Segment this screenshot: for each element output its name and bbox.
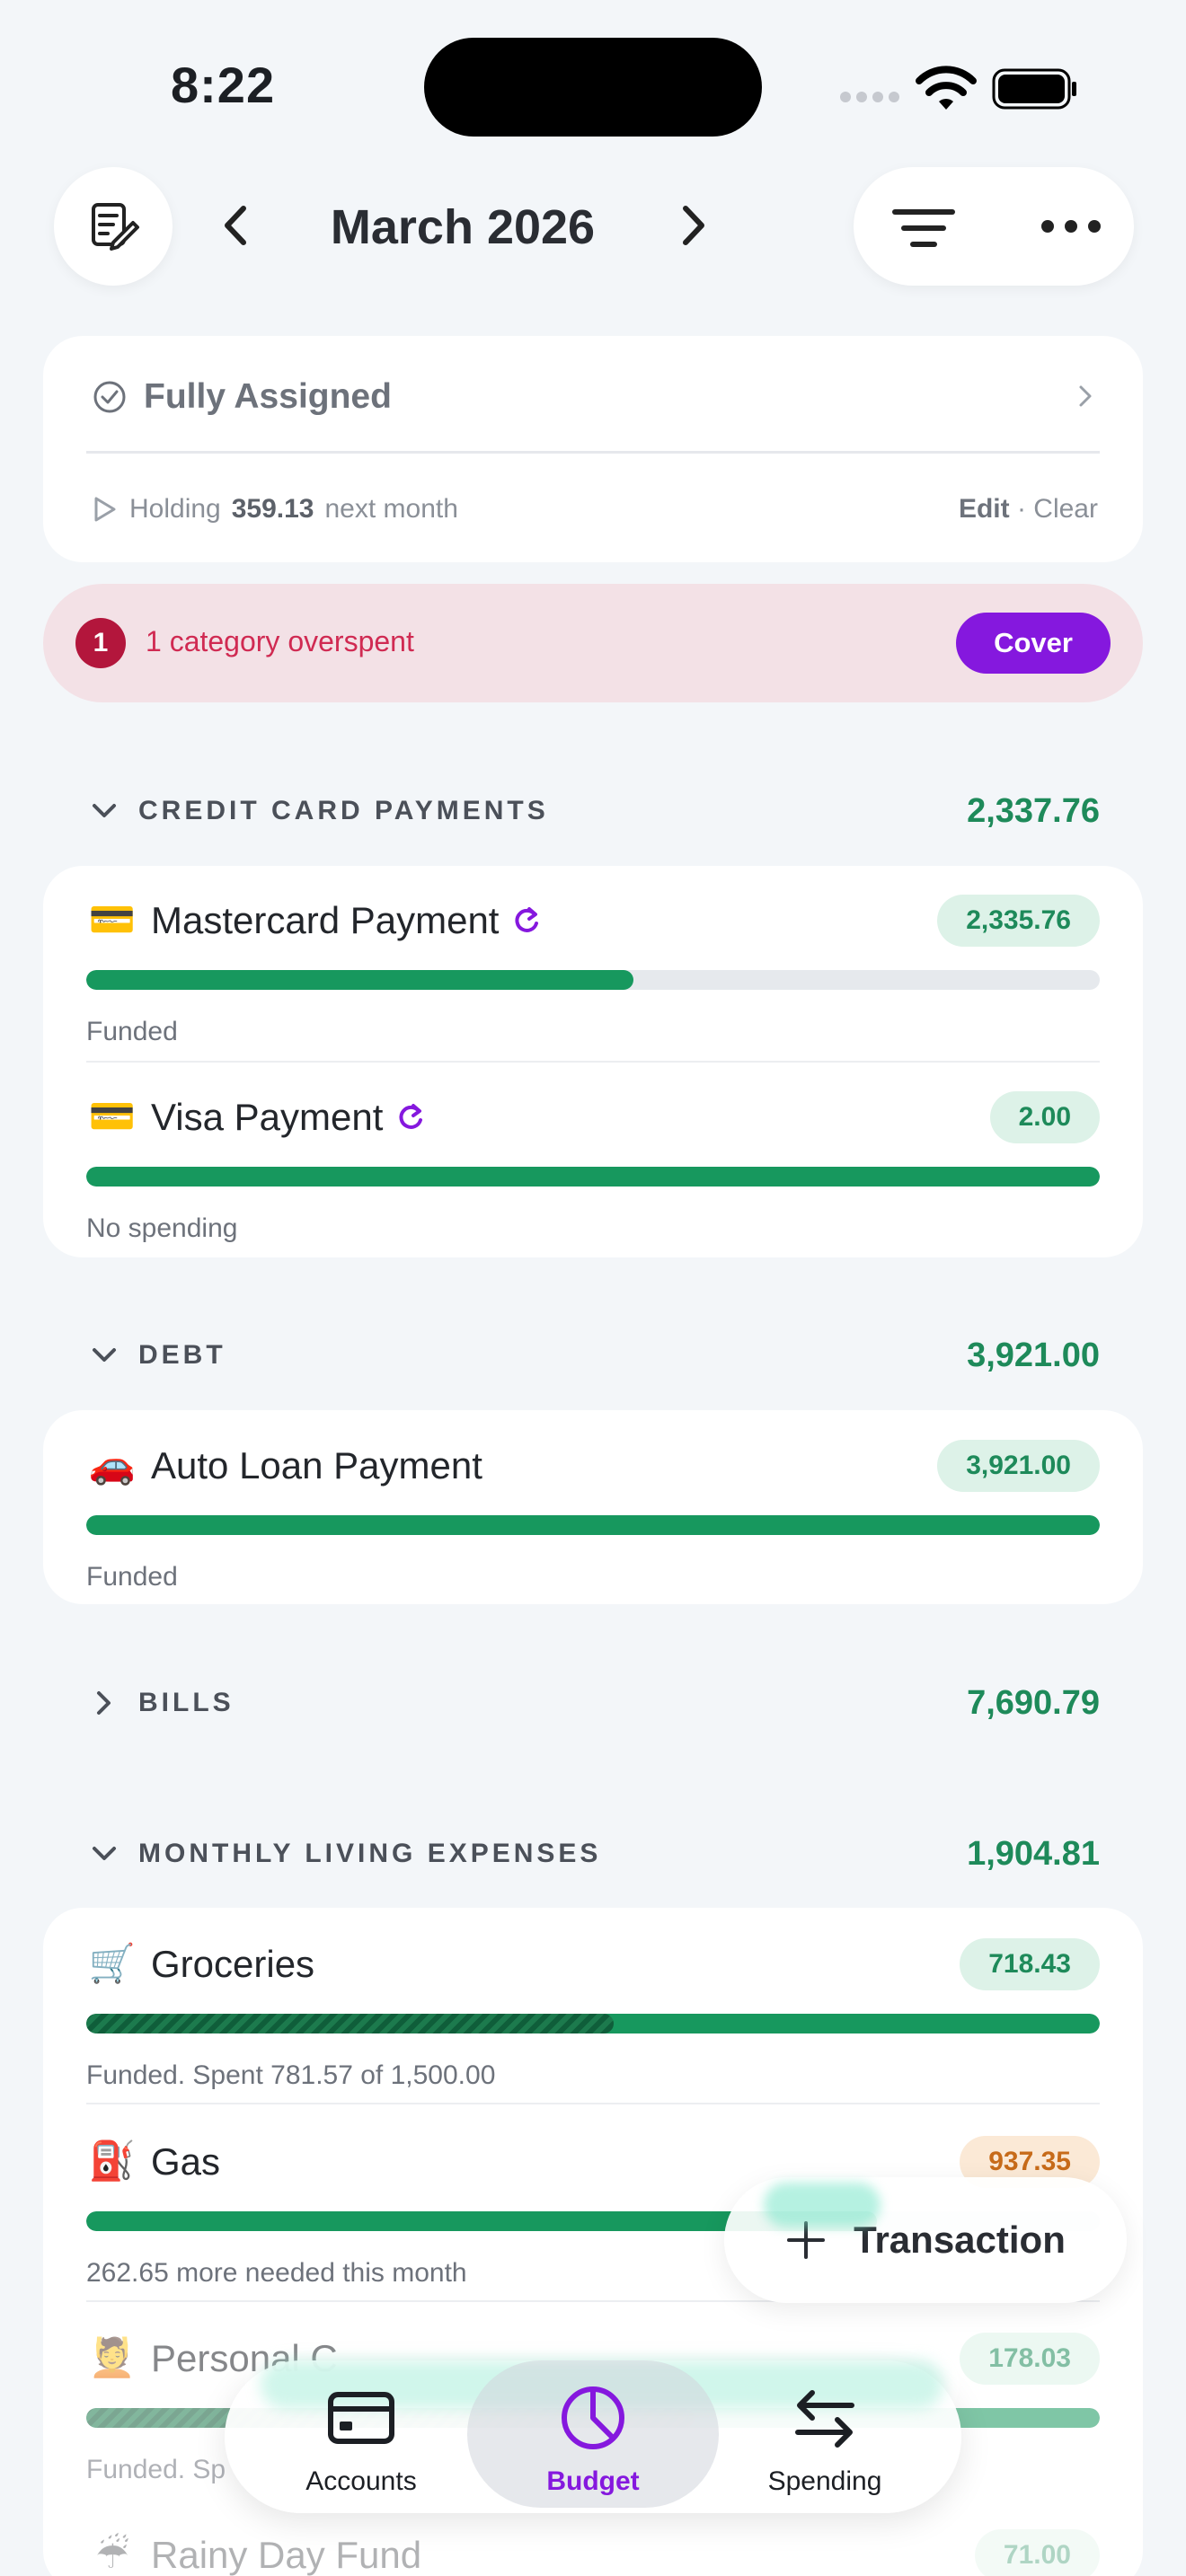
category-status: Funded. Sp: [86, 2455, 226, 2484]
umbrella-icon: ☔: [95, 2534, 129, 2576]
category-name: Visa Payment: [151, 1095, 384, 1138]
header-actions: [854, 167, 1134, 286]
dynamic-island: [424, 38, 762, 137]
tab-accounts[interactable]: Accounts: [253, 2380, 469, 2497]
clear-holding-button[interactable]: Clear: [1033, 494, 1098, 524]
car-icon: 🚗: [88, 1443, 137, 1486]
chevron-down-icon: [86, 1836, 122, 1872]
tab-spending[interactable]: Spending: [717, 2380, 933, 2497]
divider: [86, 451, 1100, 454]
progress-fill: [86, 1167, 1100, 1187]
assigned-title: Fully Assigned: [144, 377, 392, 416]
tab-label: Spending: [767, 2466, 882, 2496]
more-icon[interactable]: [1035, 207, 1107, 246]
recurring-icon: [515, 906, 539, 932]
hold-flag-icon: [94, 497, 116, 522]
category-status: No spending: [86, 1213, 238, 1243]
credit-card-icon: 💳: [88, 898, 137, 940]
category-status: 262.65 more needed this month: [86, 2258, 467, 2288]
overspent-count-badge: 1: [75, 618, 126, 668]
overspent-alert[interactable]: 1 1 category overspent Cover: [43, 584, 1143, 702]
progress-bar: [86, 2014, 1100, 2033]
available-amount[interactable]: 71.00: [974, 2529, 1100, 2576]
group-total: 1,904.81: [967, 1834, 1100, 1873]
progress-fill: [86, 1515, 1100, 1535]
group-total: 7,690.79: [967, 1683, 1100, 1722]
group-header-bills[interactable]: BILLS 7,690.79: [86, 1676, 1100, 1730]
cover-button[interactable]: Cover: [956, 613, 1111, 674]
assigned-status-card[interactable]: Fully Assigned Holding 359.13 next month…: [43, 336, 1143, 562]
group-name: BILLS: [138, 1688, 235, 1717]
spa-icon: 💆: [88, 2336, 137, 2378]
progress-bar: [86, 1167, 1100, 1187]
tab-label: Budget: [546, 2466, 640, 2496]
group-header-monthly-living-expenses[interactable]: MONTHLY LIVING EXPENSES 1,904.81: [86, 1827, 1100, 1881]
group-header-debt[interactable]: DEBT 3,921.00: [86, 1328, 1100, 1382]
chevron-right-icon: [683, 206, 704, 245]
chevron-down-icon: [86, 1337, 122, 1373]
cart-icon: 🛒: [88, 1942, 137, 1984]
edit-budget-button[interactable]: [54, 167, 173, 286]
available-amount[interactable]: 2.00: [989, 1091, 1100, 1143]
category-name: Mastercard Payment: [151, 898, 500, 941]
wifi-icon: [916, 66, 977, 110]
tab-budget[interactable]: Budget: [485, 2380, 701, 2497]
month-title[interactable]: March 2026: [323, 199, 602, 255]
chevron-down-icon: [86, 793, 122, 829]
assigned-status: Fully Assigned: [92, 377, 392, 417]
tab-label: Accounts: [305, 2466, 417, 2496]
divider: [86, 1061, 1100, 1063]
next-month-button[interactable]: [661, 194, 724, 257]
fuel-pump-icon: ⛽: [88, 2139, 137, 2182]
edit-holding-button[interactable]: Edit: [959, 494, 1010, 524]
holding-actions: Edit · Clear: [959, 494, 1098, 525]
holding-prefix: Holding: [129, 494, 221, 524]
available-amount[interactable]: 3,921.00: [937, 1440, 1100, 1492]
available-amount[interactable]: 718.43: [960, 1938, 1100, 1990]
group-name: DEBT: [138, 1340, 226, 1370]
spent-fill: [86, 2014, 614, 2033]
holding-suffix: next month: [324, 494, 458, 524]
holding-amount: 359.13: [231, 494, 314, 524]
separator: ·: [1016, 494, 1026, 524]
group-name: MONTHLY LIVING EXPENSES: [138, 1839, 602, 1868]
recurring-icon: [399, 1103, 423, 1129]
filter-icon[interactable]: [888, 203, 960, 253]
previous-month-button[interactable]: [205, 194, 268, 257]
divider: [86, 2103, 1100, 2104]
category-name: Rainy Day Fund: [151, 2533, 422, 2576]
available-amount[interactable]: 2,335.76: [937, 895, 1100, 947]
group-total: 2,337.76: [967, 791, 1100, 830]
category-name: Gas: [151, 2139, 221, 2183]
card-icon: [328, 2392, 394, 2444]
add-transaction-label: Transaction: [854, 2219, 1066, 2261]
battery-icon: [992, 68, 1076, 110]
category-status: Funded: [86, 1017, 178, 1046]
pie-chart-icon: [562, 2386, 624, 2449]
chevron-left-icon: [225, 206, 246, 245]
note-edit-icon: [92, 203, 139, 251]
group-name: CREDIT CARD PAYMENTS: [138, 796, 549, 825]
category-name: Groceries: [151, 1942, 315, 1985]
arrows-icon: [795, 2390, 854, 2448]
category-name: Auto Loan Payment: [151, 1443, 482, 1486]
chevron-right-icon: [1079, 385, 1092, 407]
holding-info: Holding 359.13 next month: [92, 494, 458, 525]
progress-bar: [86, 1515, 1100, 1535]
signal-icon: [840, 92, 899, 102]
status-time: 8:22: [171, 57, 276, 113]
credit-card-icon: 💳: [88, 1095, 137, 1137]
group-header-credit-card-payments[interactable]: CREDIT CARD PAYMENTS 2,337.76: [86, 784, 1100, 838]
check-circle-icon: [93, 381, 126, 413]
progress-fill: [86, 970, 634, 990]
available-amount[interactable]: 178.03: [960, 2333, 1100, 2385]
group-total: 3,921.00: [967, 1336, 1100, 1374]
chevron-right-icon: [86, 1685, 122, 1721]
overspent-text: 1 category overspent: [146, 625, 414, 657]
category-status: Funded: [86, 1562, 178, 1592]
category-status: Funded. Spent 781.57 of 1,500.00: [86, 2060, 496, 2090]
glow-effect: [764, 2183, 881, 2228]
progress-bar: [86, 970, 1100, 990]
